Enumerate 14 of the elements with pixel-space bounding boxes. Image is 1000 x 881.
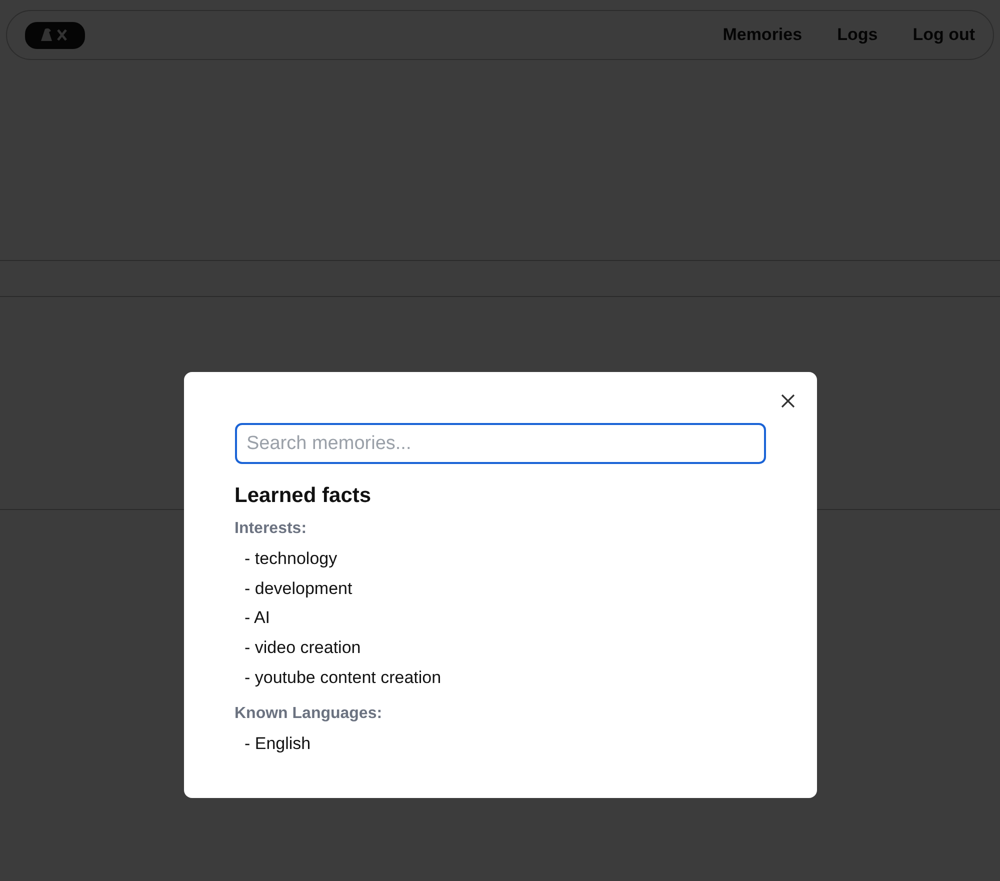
fact-item: - youtube content creation [244, 666, 442, 689]
nav-link[interactable]: Memories [722, 25, 802, 45]
search-field[interactable]: Search memories... [234, 423, 766, 464]
group-label: Interests: [234, 520, 308, 538]
fact-item: - development [244, 578, 354, 600]
fact-item: - technology [244, 548, 338, 570]
section-title: Learned facts [234, 484, 372, 508]
fact-item: - AI [244, 607, 272, 630]
nav-link[interactable]: Logs [837, 25, 878, 45]
group-label: Known Languages: [234, 704, 384, 723]
close-icon[interactable] [780, 394, 794, 408]
fact-item: - English [244, 732, 312, 755]
fact-item: - video creation [244, 637, 362, 660]
nav-link[interactable]: Log out [912, 25, 975, 45]
